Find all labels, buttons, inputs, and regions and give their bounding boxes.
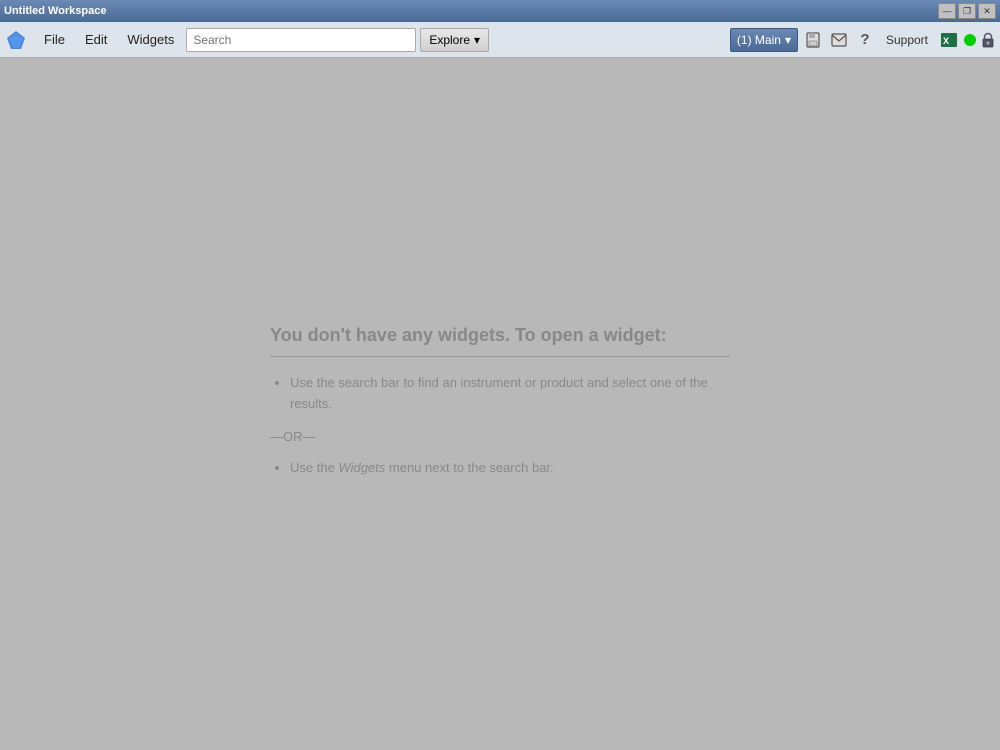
empty-state-bullet-2: Use the Widgets menu next to the search … <box>290 458 730 479</box>
explore-chevron-icon: ▾ <box>474 33 480 47</box>
title-bar-title: Untitled Workspace <box>4 5 938 17</box>
menu-edit[interactable]: Edit <box>77 28 115 51</box>
explore-label: Explore <box>429 33 470 47</box>
main-selector-button[interactable]: (1) Main ▾ <box>730 28 798 52</box>
empty-state-bullet-1: Use the search bar to find an instrument… <box>290 373 730 415</box>
support-label: Support <box>886 33 928 47</box>
empty-state: You don't have any widgets. To open a wi… <box>270 325 730 482</box>
title-bar-controls: — ❐ ✕ <box>938 3 996 19</box>
close-button[interactable]: ✕ <box>978 3 996 19</box>
save-icon[interactable] <box>802 29 824 51</box>
menu-widgets[interactable]: Widgets <box>119 28 182 51</box>
menu-bar: File Edit Widgets Explore ▾ (1) Main ▾ ? <box>0 22 1000 58</box>
minimize-button[interactable]: — <box>938 3 956 19</box>
svg-text:X: X <box>943 36 949 46</box>
title-bar: Untitled Workspace — ❐ ✕ <box>0 0 1000 22</box>
logo-icon <box>5 29 27 51</box>
search-input[interactable] <box>186 28 416 52</box>
right-toolbar: (1) Main ▾ ? Support X <box>730 28 996 52</box>
menu-file[interactable]: File <box>36 28 73 51</box>
empty-state-list-2: Use the Widgets menu next to the search … <box>270 458 730 479</box>
support-button[interactable]: Support <box>880 29 934 51</box>
restore-button[interactable]: ❐ <box>958 3 976 19</box>
empty-state-list: Use the search bar to find an instrument… <box>270 373 730 415</box>
connection-status-indicator <box>964 34 976 46</box>
bullet2-widget: Widgets <box>338 460 385 475</box>
main-content: You don't have any widgets. To open a wi… <box>0 58 1000 750</box>
lock-icon[interactable] <box>980 32 996 48</box>
explore-button[interactable]: Explore ▾ <box>420 28 489 52</box>
excel-icon[interactable]: X <box>938 29 960 51</box>
help-icon[interactable]: ? <box>854 29 876 51</box>
mail-icon[interactable] <box>828 29 850 51</box>
bullet2-suffix: menu next to the search bar. <box>385 460 553 475</box>
empty-state-divider <box>270 356 730 357</box>
main-selector-chevron-icon: ▾ <box>785 33 791 47</box>
main-selector-label: (1) Main <box>737 33 781 47</box>
or-divider: —OR— <box>270 429 730 444</box>
app-logo <box>4 28 28 52</box>
empty-state-title: You don't have any widgets. To open a wi… <box>270 325 730 346</box>
bullet2-prefix: Use the <box>290 460 338 475</box>
